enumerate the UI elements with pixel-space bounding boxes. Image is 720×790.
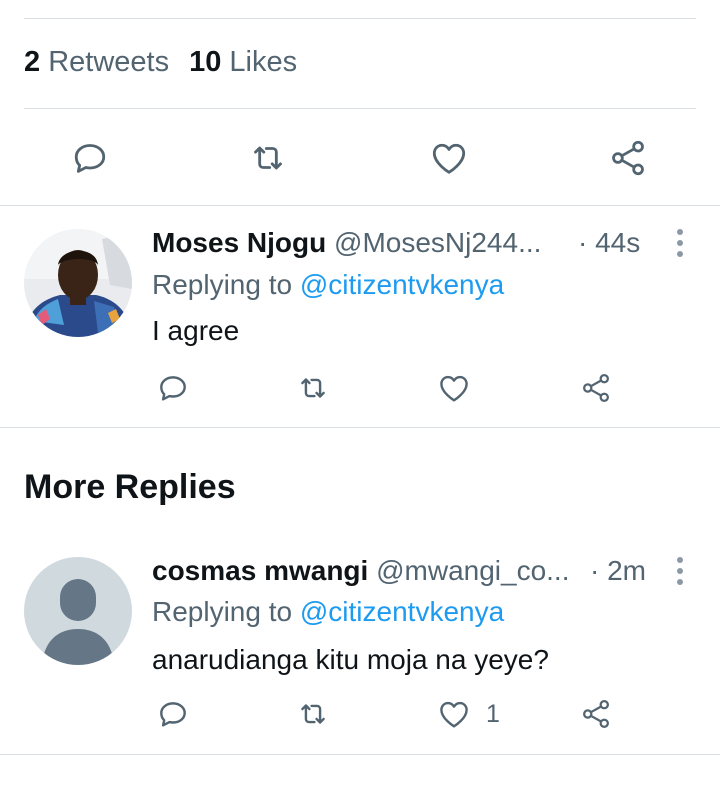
reply-header: Moses Njogu @MosesNj244... [152, 226, 541, 260]
replying-mention-link[interactable]: @citizentvkenya [300, 269, 504, 300]
replying-mention-link[interactable]: @citizentvkenya [300, 596, 504, 627]
like-count: 1 [486, 700, 500, 728]
like-icon[interactable] [436, 370, 472, 406]
share-icon[interactable] [578, 696, 614, 732]
tweet-stats: 2 Retweets 10 Likes [24, 46, 297, 79]
tweet-time[interactable]: · 2m [590, 554, 646, 588]
more-options-icon[interactable] [676, 229, 684, 257]
reply-icon[interactable] [156, 697, 190, 731]
bottom-divider [0, 754, 720, 755]
retweet-icon[interactable] [248, 138, 288, 178]
more-options-icon[interactable] [676, 557, 684, 585]
reply-icon[interactable] [70, 138, 110, 178]
replying-prefix: Replying to [152, 596, 293, 627]
tweet-text: I agree [152, 315, 240, 346]
reply-header: cosmas mwangi @mwangi_co... [152, 554, 569, 588]
likes-count: 10 [189, 46, 222, 78]
top-divider [24, 18, 696, 19]
retweets-label: Retweets [48, 46, 170, 78]
retweets-stat[interactable]: 2 Retweets [24, 46, 169, 78]
stats-divider [24, 108, 696, 109]
reply-icon[interactable] [156, 371, 190, 405]
replying-to-line: Replying to @citizentvkenya [152, 595, 504, 629]
retweets-count: 2 [24, 46, 41, 78]
author-handle[interactable]: @mwangi_co... [376, 555, 569, 586]
like-icon[interactable] [436, 696, 472, 732]
likes-label: Likes [229, 46, 298, 78]
author-name[interactable]: Moses Njogu [152, 227, 326, 258]
tweet-text: anarudianga kitu moja na yeye? [152, 644, 549, 675]
tweet-time[interactable]: · 44s [578, 226, 640, 260]
reply-tweet[interactable]: Moses Njogu @MosesNj244... · 44s Replyin… [0, 205, 720, 427]
replying-to-line: Replying to @citizentvkenya [152, 268, 504, 302]
avatar[interactable] [24, 229, 132, 337]
retweet-icon[interactable] [296, 697, 330, 731]
more-replies-heading: More Replies [24, 468, 236, 506]
reply-divider [0, 427, 720, 428]
author-name[interactable]: cosmas mwangi [152, 555, 368, 586]
share-icon[interactable] [578, 370, 614, 406]
reply-tweet[interactable]: cosmas mwangi @mwangi_co... · 2m Replyin… [0, 533, 720, 755]
replying-prefix: Replying to [152, 269, 293, 300]
share-icon[interactable] [606, 136, 650, 180]
avatar[interactable] [24, 557, 132, 665]
author-handle[interactable]: @MosesNj244... [334, 227, 541, 258]
retweet-icon[interactable] [296, 371, 330, 405]
likes-stat[interactable]: 10 Likes [189, 46, 297, 78]
like-icon[interactable] [428, 137, 470, 179]
